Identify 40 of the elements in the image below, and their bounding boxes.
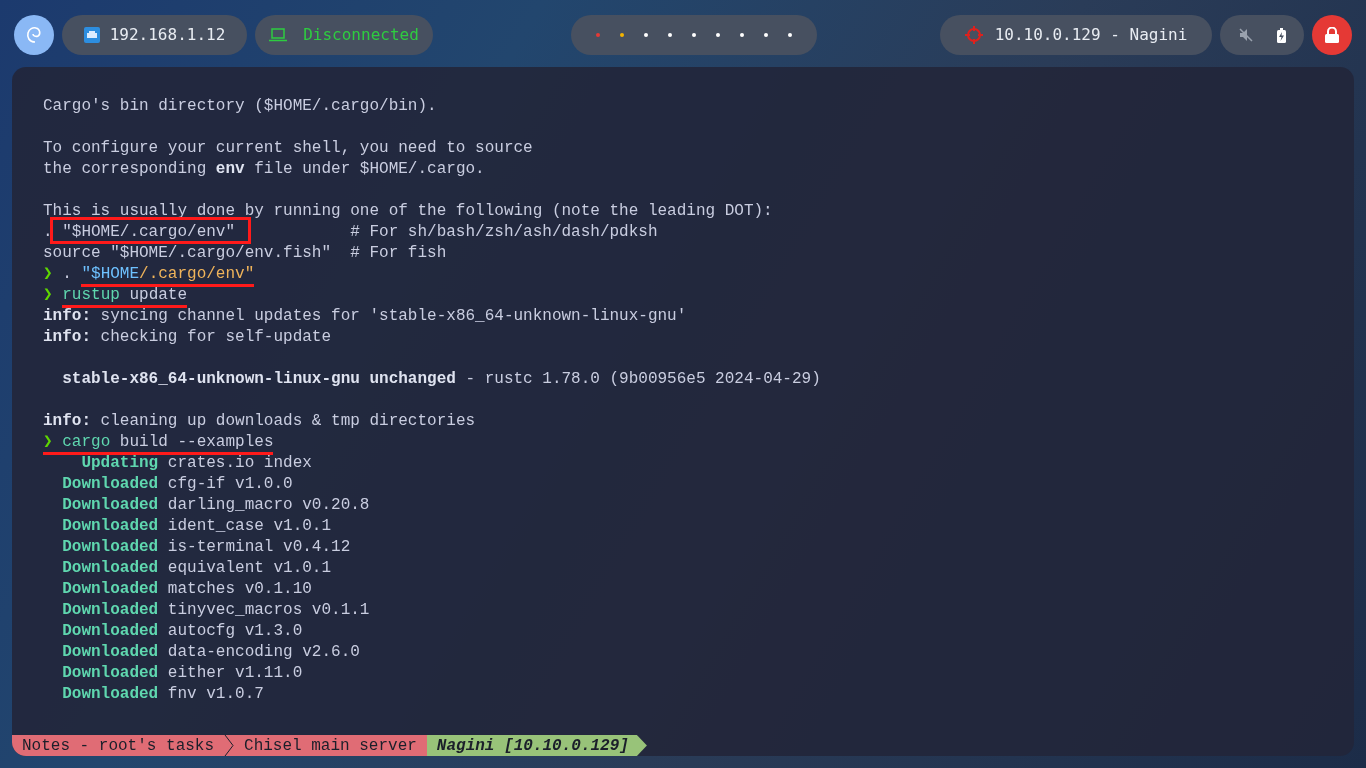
swirl-icon [25,25,43,45]
terminal-line: To configure your current shell, you need to source [43,138,534,159]
terminal-line: the corresponding env file under $HOME/.cargo. [43,159,486,180]
ethernet-icon [83,27,100,43]
vpn-status: Disconnected [303,24,419,46]
status-segment: Notes - root's tasks [12,735,225,756]
terminal-line: Downloaded autocfg v1.3.0 [61,621,304,642]
terminal-line: info: syncing channel updates for 'stable-x86_64-unknown-linux-gnu' [43,306,688,327]
debian-logo-button[interactable] [14,15,54,55]
terminal-line: info: cleaning up downloads & tmp directories [43,411,477,432]
crosshair-icon [964,26,983,44]
terminal-line: ❯ cargo build --examples [43,432,1354,453]
terminal-line: Downloaded is-terminal v0.4.12 [61,537,352,558]
status-segment: Nagini [10.10.0.129] [426,735,647,756]
laptop-icon [269,28,288,42]
terminal-line: stable-x86_64-unknown-linux-gnu unchanged - rustc 1.78.0 (9b00956e5 2024-04-29) [61,369,822,390]
battery-icon[interactable] [1276,27,1286,43]
ip-address: 192.168.1.12 [109,24,226,46]
terminal-line: source "$HOME/.cargo/env.fish" # For fish [43,243,448,264]
terminal-line: ❯ rustup update [43,285,1354,306]
lock-button[interactable] [1312,15,1352,55]
terminal-line: Downloaded data-encoding v2.6.0 [61,642,361,663]
terminal-line: Downloaded equivalent v1.0.1 [61,558,333,579]
terminal-line: info: checking for self-update [43,327,333,348]
lock-icon [1325,27,1339,43]
terminal-line: Downloaded ident_case v1.0.1 [61,516,333,537]
terminal-line: Cargo's bin directory ($HOME/.cargo/bin). [43,96,438,117]
terminal-line: ❯ . "$HOME/.cargo/env" [43,264,1354,285]
terminal-line: Downloaded either v1.11.0 [61,663,304,684]
terminal-line: Downloaded tinyvec_macros v0.1.1 [61,600,371,621]
terminal-line: This is usually done by running one of the following (note the leading DOT): [43,201,774,222]
terminal-line: Downloaded darling_macro v0.20.8 [61,495,371,516]
status-segment: Chisel main server [234,735,427,756]
terminal-line: . "$HOME/.cargo/env" # For sh/bash/zsh/ash/dash/pdksh [43,222,1354,243]
terminal-line: Downloaded fnv v1.0.7 [61,684,265,705]
terminal-line: Updating crates.io index [80,453,313,474]
target-label: 10.10.0.129 - Nagini [994,24,1188,46]
terminal-line: Downloaded matches v0.1.10 [61,579,313,600]
terminal-line: Downloaded cfg-if v1.0.0 [61,474,294,495]
speaker-icon[interactable] [1238,28,1253,42]
